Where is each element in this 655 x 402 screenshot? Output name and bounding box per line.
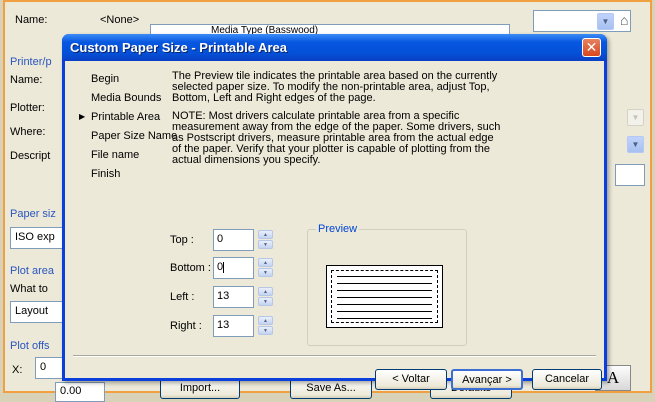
step-label: Begin xyxy=(91,73,120,85)
layout-value: Layout xyxy=(15,305,49,317)
y-offset-value: 0.00 xyxy=(60,385,82,397)
eraser-icon[interactable]: ⌂ xyxy=(620,12,628,28)
instructions-text: The Preview tile indicates the printable… xyxy=(172,71,502,173)
spin-down-icon[interactable]: ▼ xyxy=(258,326,273,335)
right-margin-input[interactable]: 13 xyxy=(213,315,254,337)
top-margin-spinner[interactable]: ▲ ▼ xyxy=(258,230,273,250)
description-label: Descript xyxy=(10,150,51,162)
current-step-arrow-icon: ▶ xyxy=(79,112,86,121)
preview-line xyxy=(337,318,432,319)
note-paragraph: NOTE: Most drivers calculate printable a… xyxy=(172,110,501,166)
y-offset-field[interactable]: 0.00 xyxy=(55,382,105,402)
spin-up-icon[interactable]: ▲ xyxy=(258,316,273,325)
spin-down-icon[interactable]: ▼ xyxy=(258,240,273,249)
preview-line xyxy=(337,304,432,305)
step-label: Paper Size Name xyxy=(91,130,178,142)
plotter-label: Plotter: xyxy=(10,102,45,114)
close-icon: ✕ xyxy=(585,39,598,55)
preview-line xyxy=(337,311,432,312)
step-printable-area: ▶ Printable Area xyxy=(65,109,165,125)
step-finish: Finish xyxy=(65,166,165,182)
page-setup-name-value: <None> xyxy=(100,14,140,26)
chevron-down-icon[interactable]: ▼ xyxy=(627,136,644,153)
description-paragraph: The Preview tile indicates the printable… xyxy=(172,70,498,104)
bottom-margin-spinner[interactable]: ▲ ▼ xyxy=(258,258,273,278)
cancel-button[interactable]: Cancelar xyxy=(532,369,602,390)
page-setup-name-label: Name: xyxy=(15,14,48,26)
preview-line xyxy=(337,297,432,298)
left-margin-input[interactable]: 13 xyxy=(213,286,254,308)
text-cursor xyxy=(223,261,225,273)
preview-line xyxy=(337,276,432,277)
spin-up-icon[interactable]: ▲ xyxy=(258,230,273,239)
step-media-bounds: Media Bounds xyxy=(65,90,165,106)
preview-line xyxy=(337,283,432,284)
chevron-down-icon[interactable]: ▼ xyxy=(597,13,614,30)
spin-up-icon[interactable]: ▲ xyxy=(258,287,273,296)
what-to-plot-combo[interactable]: Layout xyxy=(10,301,70,323)
paper-size-group-label: Paper siz xyxy=(10,208,56,220)
dialog-client-area: Begin Media Bounds ▶ Printable Area Paper… xyxy=(65,61,604,390)
step-file-name: File name xyxy=(65,147,165,163)
step-begin: Begin xyxy=(65,71,165,87)
right-margin-label: Right : xyxy=(170,320,202,332)
preview-group: Preview xyxy=(307,223,467,346)
preview-line xyxy=(337,290,432,291)
top-margin-label: Top : xyxy=(170,234,194,246)
right-margin-spinner[interactable]: ▲ ▼ xyxy=(258,316,273,336)
left-margin-spinner[interactable]: ▲ ▼ xyxy=(258,287,273,307)
step-label: Media Bounds xyxy=(91,92,162,104)
preview-label: Preview xyxy=(316,223,360,235)
paper-size-combo[interactable]: ISO exp xyxy=(10,227,70,249)
bottom-margin-input[interactable]: 0 xyxy=(213,257,254,279)
footer-separator xyxy=(73,355,596,357)
next-button[interactable]: Avançar > xyxy=(451,369,523,390)
wizard-steps: Begin Media Bounds ▶ Printable Area Paper… xyxy=(65,71,177,182)
printer-name-label: Name: xyxy=(10,74,43,86)
dialog-title: Custom Paper Size - Printable Area xyxy=(70,40,287,55)
step-label: File name xyxy=(91,149,140,161)
preview-paper xyxy=(326,265,443,328)
spin-down-icon[interactable]: ▼ xyxy=(258,268,273,277)
spin-down-icon[interactable]: ▼ xyxy=(258,297,273,306)
custom-paper-size-dialog: Custom Paper Size - Printable Area ✕ Beg… xyxy=(62,34,607,390)
where-label: Where: xyxy=(10,126,46,138)
left-margin-label: Left : xyxy=(170,291,195,303)
plot-area-group-label: Plot area xyxy=(10,265,55,277)
close-button[interactable]: ✕ xyxy=(582,38,601,57)
x-offset-value: 0 xyxy=(40,361,47,373)
spin-up-icon[interactable]: ▲ xyxy=(258,258,273,267)
printer-group-label: Printer/p xyxy=(10,56,52,68)
bottom-margin-label: Bottom : xyxy=(170,262,211,274)
dialog-titlebar[interactable]: Custom Paper Size - Printable Area ✕ xyxy=(62,34,607,61)
step-label: Printable Area xyxy=(91,111,161,123)
plot-offset-group-label: Plot offs xyxy=(10,340,50,352)
back-button[interactable]: < Voltar xyxy=(375,369,447,390)
top-right-combo[interactable] xyxy=(533,10,631,32)
font-icon-letter: A xyxy=(606,368,620,387)
right-edge-field[interactable] xyxy=(615,164,645,186)
step-paper-size-name: Paper Size Name xyxy=(65,128,177,144)
paper-size-value: ISO exp xyxy=(15,231,55,243)
what-to-plot-label: What to xyxy=(10,283,48,295)
printable-area-outline xyxy=(331,270,438,323)
top-margin-input[interactable]: 0 xyxy=(213,229,254,251)
x-offset-label: X: xyxy=(12,364,23,376)
step-label: Finish xyxy=(91,168,121,180)
chevron-down-icon: ▼ xyxy=(627,109,644,126)
